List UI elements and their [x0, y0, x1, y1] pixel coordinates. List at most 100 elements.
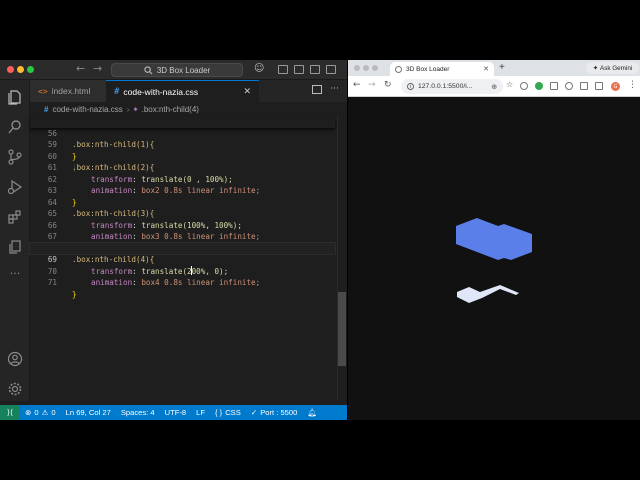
warning-icon: ⚠	[41, 408, 49, 417]
account-icon[interactable]	[6, 350, 24, 368]
encoding-setting[interactable]: UTF-8	[160, 408, 192, 417]
editor-tabs: <> index.html # code-with-nazia.css ✕ ··…	[30, 80, 347, 102]
new-tab-button[interactable]: +	[499, 62, 505, 73]
command-center[interactable]: 3D Box Loader	[111, 63, 243, 77]
ask-gemini-button[interactable]: ✦ Ask Gemini	[586, 62, 639, 74]
extensions-puzzle-icon[interactable]	[580, 82, 588, 90]
live-server-port[interactable]: ✓ Port : 5500	[246, 408, 303, 417]
split-editor-icon[interactable]	[312, 85, 323, 94]
explorer-icon[interactable]	[6, 88, 24, 106]
code-line[interactable]: 59 }	[30, 128, 335, 161]
code-editor[interactable]: 56 .box:nth-child(1){ 59 } 60 .box:nth-c…	[29, 116, 347, 401]
sparkle-icon: ✦	[592, 64, 599, 72]
customize-layout-icon[interactable]	[326, 65, 336, 74]
code-line[interactable]: 65 transform: translate(100%, 100%);	[30, 197, 335, 230]
activity-bar: ···	[0, 80, 30, 401]
extension-square-icon[interactable]	[550, 82, 558, 90]
close-tab-icon[interactable]: ✕	[483, 65, 489, 73]
extension-icon[interactable]	[520, 82, 528, 90]
toggle-primary-sidebar-icon[interactable]	[278, 65, 288, 74]
minimize-window-button[interactable]	[17, 66, 24, 73]
more-actions-icon[interactable]: ···	[330, 85, 339, 94]
maximize-window-button[interactable]	[372, 65, 378, 71]
bookmark-star-icon[interactable]: ☆	[506, 80, 513, 89]
close-window-button[interactable]	[354, 65, 360, 71]
run-and-debug-icon[interactable]	[6, 178, 24, 196]
editor-scrollbar[interactable]	[337, 116, 347, 401]
box-loader-canvas	[456, 218, 532, 303]
more-menu-icon[interactable]: ⋮	[628, 80, 637, 90]
code-line[interactable]: 63 }	[30, 174, 335, 207]
profile-avatar[interactable]: G	[611, 82, 620, 91]
code-line[interactable]: 64 .box:nth-child(3){	[30, 185, 335, 219]
language-mode[interactable]: { } CSS	[210, 408, 246, 417]
address-bar[interactable]: i 127.0.0.1:5500/i... ⊕	[401, 79, 503, 94]
forward-arrow-icon[interactable]: →	[368, 80, 376, 90]
browser-tab-title: 3D Box Loader	[406, 65, 450, 73]
remote-indicator-icon[interactable]: ⟩⟨	[0, 405, 20, 420]
reload-icon[interactable]: ↻	[384, 80, 392, 90]
copy-pages-icon[interactable]	[6, 238, 24, 256]
breadcrumb: # code-with-nazia.css › ◈ .box:nth-child…	[30, 102, 347, 116]
browser-tab[interactable]: 3D Box Loader ✕	[390, 62, 494, 76]
copilot-icon[interactable]: ☺	[254, 63, 264, 74]
ask-gemini-label: Ask Gemini	[600, 64, 633, 72]
scrollbar-thumb[interactable]	[338, 292, 346, 366]
more-icon[interactable]: ···	[6, 264, 24, 282]
port-label: Port : 5500	[260, 408, 298, 417]
code-line[interactable]: 68 .box:nth-child(4){	[30, 231, 335, 265]
site-info-icon[interactable]: i	[407, 83, 414, 90]
loader-shadow-light	[457, 285, 519, 303]
braces-icon: { }	[215, 408, 223, 417]
back-arrow-icon[interactable]: ←	[76, 62, 85, 75]
close-window-button[interactable]	[7, 66, 14, 73]
tab-index-html[interactable]: <> index.html	[30, 80, 106, 102]
error-icon: ⊗	[25, 408, 32, 417]
toggle-secondary-sidebar-icon[interactable]	[310, 65, 320, 74]
code-line[interactable]: 61 transform: translate(0 , 100%);	[30, 151, 335, 184]
code-line[interactable]: 66 animation: box3 0.8s linear infinite;	[30, 208, 335, 242]
zoom-icon[interactable]: ⊕	[491, 83, 497, 91]
minimize-window-button[interactable]	[363, 65, 369, 71]
extension-green-icon[interactable]	[535, 82, 543, 90]
code-line[interactable]: 60 .box:nth-child(2){	[30, 139, 335, 173]
side-panel-icon[interactable]	[595, 82, 603, 90]
search-icon	[144, 65, 153, 74]
close-tab-icon[interactable]: ✕	[243, 86, 251, 97]
source-control-icon[interactable]	[6, 148, 24, 166]
sticky-scroll-line[interactable]: 56 .box:nth-child(1){	[30, 116, 335, 149]
code-line[interactable]: 67 }	[30, 220, 335, 253]
tab-label: code-with-nazia.css	[123, 86, 199, 97]
indentation-setting[interactable]: Spaces: 4	[116, 408, 160, 417]
broadcast-icon: ✓	[250, 408, 258, 417]
current-code-line[interactable]: 69 transform: translate(200%, 0);	[29, 241, 336, 276]
css-value: box4 0.8s linear infinite;	[141, 278, 261, 287]
maximize-window-button[interactable]	[27, 66, 34, 73]
code-line[interactable]: 62 animation: box2 0.8s linear infinite;	[30, 162, 335, 196]
problems-indicator[interactable]: ⊗ 0 ⚠ 0	[20, 408, 61, 417]
html-icon: <>	[38, 86, 48, 96]
code-text: }	[72, 289, 77, 299]
breadcrumb-symbol[interactable]: .box:nth-child(4)	[142, 105, 199, 114]
css-icon: #	[44, 104, 49, 114]
loader-boxes-blue	[456, 218, 532, 260]
extensions-icon[interactable]	[6, 208, 24, 226]
search-icon[interactable]	[6, 118, 24, 136]
code-line[interactable]: 70 animation: box4 0.8s linear infinite;	[30, 254, 335, 288]
code-line[interactable]: 71 }	[30, 266, 335, 299]
page-viewport	[348, 98, 640, 420]
css-icon: #	[114, 86, 120, 97]
toggle-panel-icon[interactable]	[294, 65, 304, 74]
notifications-bell-icon[interactable]: 🔔︎	[302, 408, 322, 417]
back-arrow-icon[interactable]: ←	[353, 80, 361, 90]
cursor-position[interactable]: Ln 69, Col 27	[61, 408, 116, 417]
vscode-window: ← → 3D Box Loader ☺ ··· <> index.html # …	[0, 60, 347, 420]
tab-code-with-nazia-css[interactable]: # code-with-nazia.css ✕	[106, 80, 259, 102]
forward-arrow-icon[interactable]: →	[93, 62, 102, 75]
eol-setting[interactable]: LF	[191, 408, 210, 417]
line-number: 71	[47, 278, 57, 287]
settings-gear-icon[interactable]	[6, 380, 24, 398]
error-count: 0	[34, 408, 39, 417]
extension-icon[interactable]	[565, 82, 573, 90]
breadcrumb-file[interactable]: code-with-nazia.css	[52, 105, 122, 114]
